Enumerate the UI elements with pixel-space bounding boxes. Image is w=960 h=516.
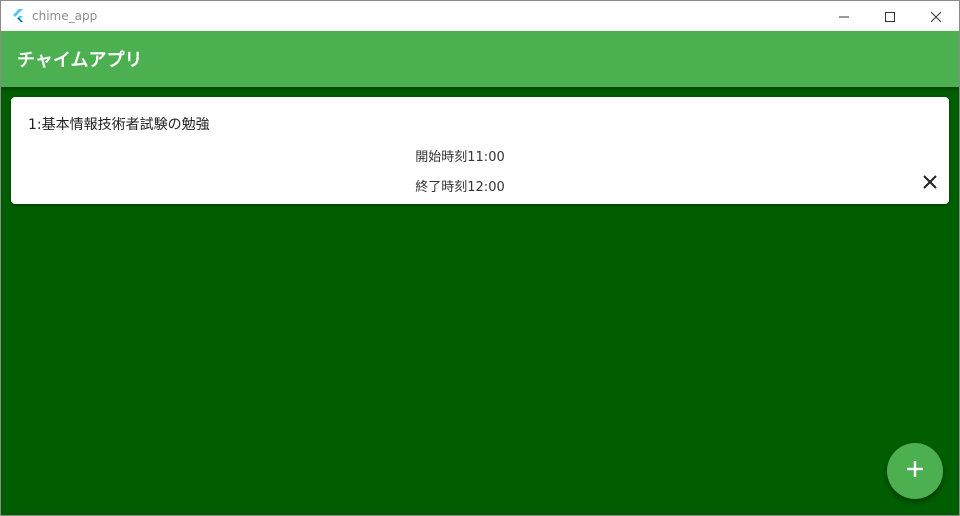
minimize-button[interactable]	[821, 1, 867, 31]
window-close-button[interactable]	[913, 1, 959, 31]
window-controls	[821, 1, 959, 31]
maximize-icon	[885, 7, 895, 26]
chime-item-title: 1:基本情報技術者試験の勉強	[28, 117, 210, 133]
window-title: chime_app	[32, 9, 98, 23]
close-icon	[922, 174, 938, 194]
delete-item-button[interactable]	[919, 173, 941, 195]
add-chime-button[interactable]	[887, 443, 943, 499]
window-titlebar[interactable]: chime_app	[1, 1, 959, 31]
chime-item-card: 1:基本情報技術者試験の勉強 開始時刻11:00 終了時刻12:00	[11, 97, 949, 204]
app-title: チャイムアプリ	[17, 50, 143, 71]
app-window: chime_app チャイムアプリ 1:基本情報技術者試験の勉強 開始時刻11:…	[0, 0, 960, 516]
chime-start-time: 開始時刻11:00	[415, 150, 505, 165]
add-icon	[906, 460, 924, 482]
minimize-icon	[839, 7, 849, 26]
app-bar: チャイムアプリ	[1, 31, 959, 87]
close-icon	[930, 7, 942, 26]
maximize-button[interactable]	[867, 1, 913, 31]
chime-end-time: 終了時刻12:00	[415, 180, 505, 195]
flutter-logo-icon	[10, 8, 26, 24]
